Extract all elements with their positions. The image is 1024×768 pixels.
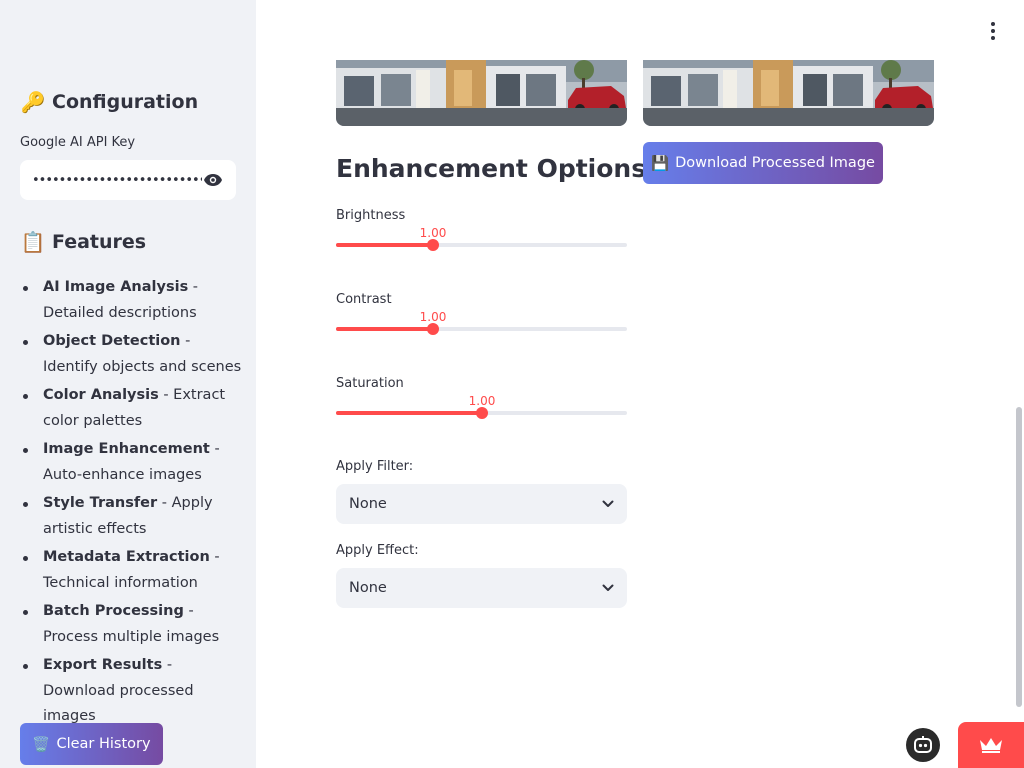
brightness-value: 1.00 <box>419 226 447 240</box>
slider-thumb[interactable] <box>427 323 439 335</box>
features-heading: 📋 Features <box>20 230 147 254</box>
eye-icon[interactable] <box>202 169 224 191</box>
list-item: Object Detection - Identify objects and … <box>20 329 242 380</box>
list-item: Image Enhancement - Auto-enhance images <box>20 437 242 488</box>
scrollbar[interactable] <box>1016 407 1022 707</box>
feature-name: Style Transfer <box>43 495 158 511</box>
api-key-value[interactable]: •••••••••••••••••••••••••••••••••• <box>32 173 202 188</box>
list-item: Export Results - Download processed imag… <box>20 653 242 730</box>
features-list: AI Image Analysis - Detailed description… <box>20 275 242 733</box>
effect-value: None <box>349 580 387 596</box>
kebab-menu-icon[interactable] <box>985 20 1001 42</box>
list-item: Metadata Extraction - Technical informat… <box>20 545 242 596</box>
main-content: Enhancement Options Brightness 1.00 Cont… <box>256 0 1024 768</box>
feature-name: Export Results <box>43 657 163 673</box>
api-key-label: Google AI API Key <box>20 135 136 150</box>
saturation-slider[interactable]: Saturation 1.00 <box>336 376 627 446</box>
download-processed-image-button[interactable]: 💾 Download Processed Image <box>643 142 883 184</box>
feature-name: Image Enhancement <box>43 441 210 457</box>
configuration-title: Configuration <box>52 91 199 113</box>
contrast-value: 1.00 <box>419 310 447 324</box>
chevron-down-icon <box>602 496 614 512</box>
processed-image <box>643 60 934 126</box>
features-title: Features <box>52 231 147 253</box>
brightness-slider[interactable]: Brightness 1.00 <box>336 208 627 278</box>
effect-select[interactable]: None <box>336 568 627 608</box>
list-item: Color Analysis - Extract color palettes <box>20 383 242 434</box>
slider-fill <box>336 243 433 247</box>
crown-icon[interactable] <box>958 722 1024 768</box>
key-icon: 🔑 <box>20 90 46 114</box>
filter-select[interactable]: None <box>336 484 627 524</box>
chevron-down-icon <box>602 580 614 596</box>
feature-name: AI Image Analysis <box>43 279 189 295</box>
brightness-label: Brightness <box>336 208 406 223</box>
sidebar: 🔑 Configuration Google AI API Key ••••••… <box>0 0 256 768</box>
saturation-label: Saturation <box>336 376 404 391</box>
saturation-value: 1.00 <box>468 394 496 408</box>
download-label: Download Processed Image <box>675 155 875 171</box>
clipboard-icon: 📋 <box>20 230 46 254</box>
contrast-label: Contrast <box>336 292 392 307</box>
filter-label: Apply Filter: <box>336 459 414 474</box>
original-image <box>336 60 627 126</box>
clear-history-button[interactable]: 🗑️ Clear History <box>20 723 163 765</box>
slider-fill <box>336 411 482 415</box>
feature-name: Object Detection <box>43 333 181 349</box>
list-item: Batch Processing - Process multiple imag… <box>20 599 242 650</box>
effect-label: Apply Effect: <box>336 543 419 558</box>
clear-history-label: Clear History <box>56 736 151 752</box>
floppy-disk-icon: 💾 <box>651 155 670 172</box>
feature-name: Metadata Extraction <box>43 549 210 565</box>
slider-thumb[interactable] <box>427 239 439 251</box>
trash-icon: 🗑️ <box>32 736 51 753</box>
list-item: AI Image Analysis - Detailed description… <box>20 275 242 326</box>
slider-fill <box>336 327 433 331</box>
bot-icon[interactable] <box>906 728 940 762</box>
configuration-heading: 🔑 Configuration <box>20 90 199 114</box>
contrast-slider[interactable]: Contrast 1.00 <box>336 292 627 362</box>
slider-thumb[interactable] <box>476 407 488 419</box>
feature-name: Batch Processing <box>43 603 184 619</box>
feature-name: Color Analysis <box>43 387 159 403</box>
filter-value: None <box>349 496 387 512</box>
enhancement-options-title: Enhancement Options <box>336 154 647 183</box>
api-key-input[interactable]: •••••••••••••••••••••••••••••••••• <box>20 160 236 200</box>
list-item: Style Transfer - Apply artistic effects <box>20 491 242 542</box>
